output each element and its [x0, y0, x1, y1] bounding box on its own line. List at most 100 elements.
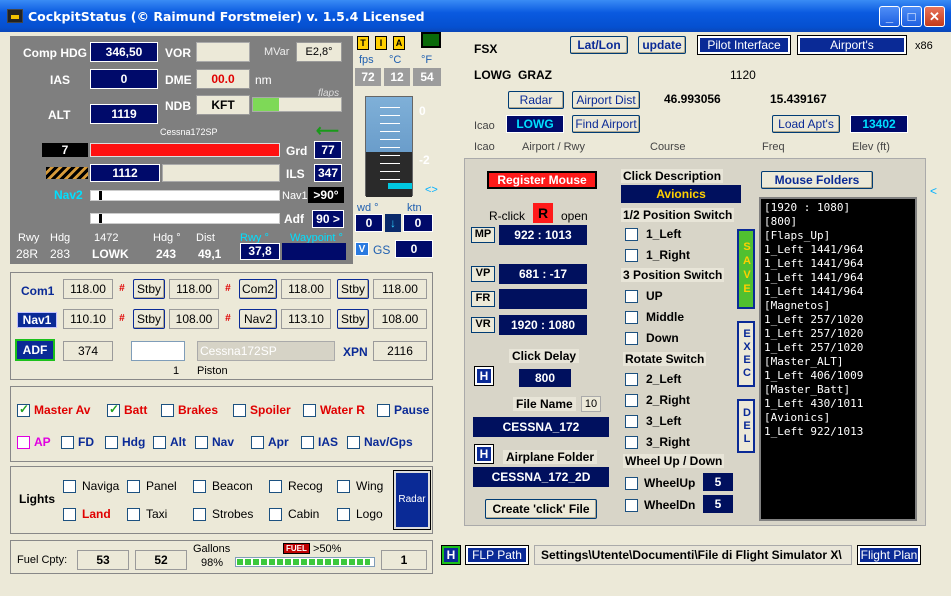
- nav1-button[interactable]: Nav1: [17, 312, 57, 328]
- airport-dist-button[interactable]: Airport Dist: [572, 91, 640, 109]
- folder-help-button[interactable]: H: [474, 444, 494, 464]
- com2-stby-button[interactable]: Stby: [337, 279, 369, 299]
- list-item[interactable]: 1_Left 430/1011: [764, 397, 912, 411]
- file-name-value[interactable]: CESSNA_172: [473, 417, 609, 437]
- batt-checkbox[interactable]: [107, 403, 120, 417]
- load-apts-button[interactable]: Load Apt's: [772, 115, 840, 133]
- pause-checkbox[interactable]: [377, 403, 390, 417]
- nav2-button[interactable]: Nav2: [239, 309, 277, 329]
- radar-light-button[interactable]: Radar: [393, 470, 431, 530]
- create-click-file-button[interactable]: Create 'click' File: [485, 499, 597, 519]
- mouse-actions-list[interactable]: [1920 : 1080] [800] [Flaps_Up] 1_Left 14…: [759, 197, 917, 521]
- apr-checkbox[interactable]: [251, 435, 264, 449]
- wing-checkbox[interactable]: [337, 479, 350, 493]
- maximize-button[interactable]: □: [901, 6, 922, 27]
- airports-button[interactable]: Airport's: [797, 35, 907, 55]
- down-checkbox[interactable]: [625, 331, 638, 345]
- list-item[interactable]: [1920 : 1080]: [764, 201, 912, 215]
- nav2-stby-button[interactable]: Stby: [337, 309, 369, 329]
- nav1-stby-button[interactable]: Stby: [133, 309, 165, 329]
- ap-checkbox[interactable]: [17, 435, 30, 449]
- water-checkbox[interactable]: [303, 403, 316, 417]
- swap-icon-3[interactable]: #: [119, 313, 125, 324]
- recog-checkbox[interactable]: [269, 479, 282, 493]
- vp-button[interactable]: VP: [471, 266, 495, 282]
- mp-button[interactable]: MP: [471, 227, 495, 243]
- collapse-icon[interactable]: <: [930, 184, 937, 198]
- logo-checkbox[interactable]: [337, 507, 350, 521]
- nav-checkbox[interactable]: [195, 435, 208, 449]
- flight-plan-button[interactable]: Flight Plan: [857, 545, 921, 565]
- list-item[interactable]: 1_Left 1441/964: [764, 285, 912, 299]
- list-item[interactable]: 1_Left 257/1020: [764, 327, 912, 341]
- save-button[interactable]: SAVE: [737, 229, 755, 309]
- v-toggle[interactable]: V: [355, 242, 369, 256]
- list-item[interactable]: 1_Left 406/1009: [764, 369, 912, 383]
- register-mouse-button[interactable]: Register Mouse: [487, 171, 597, 189]
- latlon-button[interactable]: Lat/Lon: [570, 36, 628, 54]
- delay-help-button[interactable]: H: [474, 366, 494, 386]
- swap-icon-2[interactable]: #: [225, 283, 231, 294]
- list-item[interactable]: 1_Left 922/1013: [764, 425, 912, 439]
- brakes-checkbox[interactable]: [161, 403, 174, 417]
- taxi-checkbox[interactable]: [127, 507, 140, 521]
- mouse-folders-button[interactable]: Mouse Folders: [761, 171, 873, 189]
- ias-checkbox[interactable]: [301, 435, 314, 449]
- adf-button[interactable]: ADF: [15, 339, 55, 361]
- exec-button[interactable]: EXEC: [737, 321, 755, 387]
- middle-checkbox[interactable]: [625, 310, 638, 324]
- vr-button[interactable]: VR: [471, 317, 495, 333]
- update-button[interactable]: update: [638, 36, 686, 54]
- t-icon[interactable]: T: [357, 36, 369, 50]
- list-item[interactable]: 1_Left 257/1020: [764, 341, 912, 355]
- icao-input[interactable]: LOWG: [506, 115, 564, 133]
- a-icon[interactable]: A: [393, 36, 405, 50]
- list-item[interactable]: 1_Left 1441/964: [764, 257, 912, 271]
- wheelup-checkbox[interactable]: [625, 476, 638, 490]
- master-av-checkbox[interactable]: [17, 403, 30, 417]
- list-item[interactable]: 1_Left 1441/964: [764, 243, 912, 257]
- adf-input[interactable]: [131, 341, 185, 361]
- list-item[interactable]: [Master_ALT]: [764, 355, 912, 369]
- naviga-checkbox[interactable]: [63, 479, 76, 493]
- strobes-checkbox[interactable]: [193, 507, 206, 521]
- list-item[interactable]: [Magnetos]: [764, 299, 912, 313]
- com1-stby-button[interactable]: Stby: [133, 279, 165, 299]
- delete-button[interactable]: DEL: [737, 399, 755, 453]
- fr-button[interactable]: FR: [471, 291, 495, 307]
- flp-path-button[interactable]: FLP Path: [465, 545, 529, 565]
- 2-right-checkbox[interactable]: [625, 393, 638, 407]
- airplane-folder-value[interactable]: CESSNA_172_2D: [473, 467, 609, 487]
- panel-light-checkbox[interactable]: [127, 479, 140, 493]
- pilot-interface-button[interactable]: Pilot Interface: [697, 35, 791, 55]
- 3-left-checkbox[interactable]: [625, 414, 638, 428]
- click-description-value[interactable]: Avionics: [621, 185, 741, 203]
- list-item[interactable]: [Master_Batt]: [764, 383, 912, 397]
- cabin-checkbox[interactable]: [269, 507, 282, 521]
- beacon-checkbox[interactable]: [193, 479, 206, 493]
- minimize-button[interactable]: _: [879, 6, 900, 27]
- list-item[interactable]: [Flaps_Up]: [764, 229, 912, 243]
- i-icon[interactable]: I: [375, 36, 387, 50]
- spoiler-checkbox[interactable]: [233, 403, 246, 417]
- close-button[interactable]: ✕: [924, 6, 945, 27]
- 3-right-checkbox[interactable]: [625, 435, 638, 449]
- wheeldn-checkbox[interactable]: [625, 498, 638, 512]
- list-item[interactable]: [800]: [764, 215, 912, 229]
- hdg-checkbox[interactable]: [105, 435, 118, 449]
- alt-checkbox[interactable]: [153, 435, 166, 449]
- com2-button[interactable]: Com2: [239, 279, 277, 299]
- find-airport-button[interactable]: Find Airport: [572, 115, 640, 133]
- rclick-indicator[interactable]: R: [533, 203, 553, 223]
- swap-icon[interactable]: #: [119, 283, 125, 294]
- 1-right-checkbox[interactable]: [625, 248, 638, 262]
- up-checkbox[interactable]: [625, 289, 638, 303]
- 2-left-checkbox[interactable]: [625, 372, 638, 386]
- land-checkbox[interactable]: [63, 507, 76, 521]
- flp-help-button[interactable]: H: [441, 545, 461, 565]
- fd-checkbox[interactable]: [61, 435, 74, 449]
- expand-icon[interactable]: <>: [425, 184, 438, 196]
- navgps-checkbox[interactable]: [347, 435, 360, 449]
- swap-icon-4[interactable]: #: [225, 313, 231, 324]
- radar-button[interactable]: Radar: [508, 91, 564, 109]
